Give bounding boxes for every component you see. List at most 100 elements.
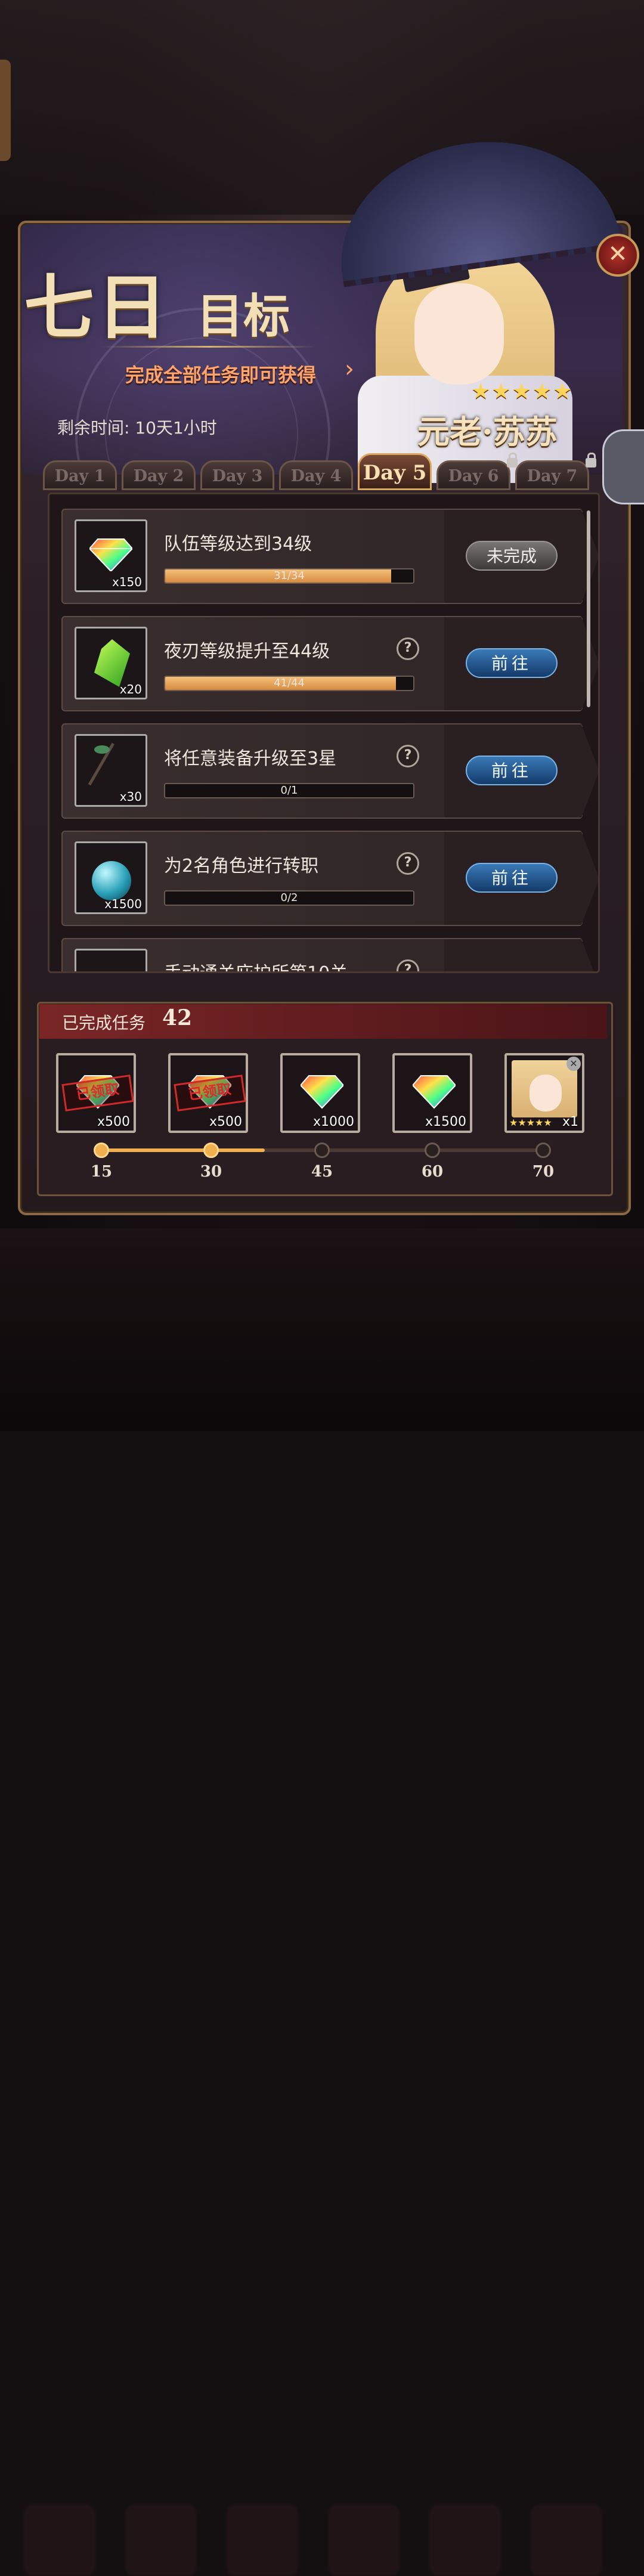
go-button[interactable]: 前往: [466, 863, 558, 893]
task-title: 队伍等级达到34级: [164, 534, 312, 555]
milestone-node: [94, 1143, 109, 1158]
ghost-nav-item: [24, 2504, 95, 2576]
reward-count: x1000: [312, 1114, 354, 1129]
task-progress-bar: 0/2: [164, 890, 414, 906]
task-row: x30 将任意装备升级至3星 ? 0/1 前往: [61, 723, 598, 819]
milestone-track-fill: [101, 1148, 265, 1152]
progress-text: 31/34: [274, 569, 305, 582]
task-row: x20 夜刃等级提升至44级 ? 41/44 前往: [61, 616, 598, 711]
reward-count: x150: [112, 575, 142, 589]
reward-slot[interactable]: x20: [75, 627, 147, 699]
reward-slot[interactable]: x30: [75, 734, 147, 807]
task-progress-bar: 31/34: [164, 568, 414, 584]
milestone-reward[interactable]: 已领取 x500: [168, 1053, 248, 1133]
lock-icon: [507, 453, 518, 467]
milestone-label: 60: [421, 1163, 444, 1181]
claimed-stamp: 已领取: [61, 1075, 134, 1111]
task-title: 为2名角色进行转职: [164, 856, 319, 877]
portrait-face: [530, 1075, 562, 1111]
side-character-badge[interactable]: [602, 429, 644, 504]
rainbow-gem-icon: [413, 1075, 456, 1109]
milestone-label: 45: [311, 1163, 333, 1181]
milestone-label: 70: [532, 1163, 555, 1181]
completed-label: 已完成任务: [62, 1013, 146, 1033]
ghost-nav-item: [429, 2504, 501, 2576]
reward-count: x1500: [104, 897, 142, 911]
tab-day-6[interactable]: Day 6: [436, 460, 510, 490]
progress-text: 0/1: [280, 784, 298, 797]
rainbow-gem-icon: [89, 538, 132, 571]
reward-slot[interactable]: x1500: [75, 841, 147, 914]
help-icon[interactable]: ?: [397, 637, 419, 660]
tab-day-1[interactable]: Day 1: [43, 460, 117, 490]
go-button[interactable]: 前往: [466, 756, 558, 785]
page-title: 七日: [24, 266, 170, 349]
task-list[interactable]: x150 队伍等级达到34级 31/34 未完成 x20 夜刃等级提升至44级 …: [48, 493, 600, 973]
reward-count: x500: [209, 1114, 242, 1129]
task-progress-bar: 41/44: [164, 676, 414, 691]
incomplete-button[interactable]: 未完成: [466, 541, 558, 571]
character-stars: ★★★★★: [471, 379, 574, 404]
remaining-time: 剩余时间: 10天1小时: [57, 418, 217, 438]
chevron-right-icon: ›: [345, 355, 354, 383]
day-tabs: Day 1 Day 2 Day 3 Day 4 Day 5 Day 6 Day …: [43, 453, 603, 491]
claimed-stamp: 已领取: [174, 1075, 246, 1111]
reward-count: x20: [119, 682, 142, 696]
milestone-reward[interactable]: 已领取 x500: [56, 1053, 136, 1133]
milestone-reward[interactable]: ✕ ★★★★★ x1: [504, 1053, 584, 1133]
title-divider: [101, 346, 316, 348]
milestone-node: [314, 1143, 330, 1158]
reward-count: x1: [562, 1114, 578, 1129]
reward-slot[interactable]: x150: [75, 519, 147, 592]
blurred-bottom-nav: [0, 1228, 644, 2576]
tab-day-4[interactable]: Day 4: [279, 460, 353, 490]
help-icon[interactable]: ?: [397, 959, 419, 971]
teal-orb-icon: [92, 861, 131, 900]
task-progress-bar: 0/1: [164, 783, 414, 798]
character-name: 元老·苏苏: [417, 413, 558, 451]
reward-slot[interactable]: [75, 949, 147, 971]
reward-count: x500: [97, 1114, 130, 1129]
milestone-node: [203, 1143, 219, 1158]
task-title: 手动通关庇护所第10关: [164, 958, 348, 971]
milestone-reward[interactable]: x1000: [280, 1053, 360, 1133]
milestone-label: 15: [90, 1163, 113, 1181]
close-icon[interactable]: ✕: [596, 234, 639, 277]
green-crystal-icon: [94, 639, 130, 687]
completed-count: 42: [162, 1005, 193, 1030]
help-icon[interactable]: ?: [397, 745, 419, 767]
character-portrait: [512, 1060, 577, 1117]
reward-count: x1500: [425, 1114, 466, 1129]
ghost-nav-item: [227, 2504, 298, 2576]
milestone-node: [425, 1143, 440, 1158]
help-icon[interactable]: ?: [397, 852, 419, 875]
lock-icon: [586, 453, 596, 467]
tab-day-5[interactable]: Day 5: [358, 453, 432, 490]
task-row: x150 队伍等级达到34级 31/34 未完成: [61, 509, 598, 604]
task-row: 手动通关庇护所第10关 ?: [61, 938, 598, 971]
left-edge-decoration: [0, 60, 11, 161]
character-face: [414, 283, 504, 385]
task-row: x1500 为2名角色进行转职 ? 0/2 前往: [61, 831, 598, 926]
milestone-node: [535, 1143, 551, 1158]
page-title-sub: 目标: [197, 289, 290, 343]
leaf-icon: [94, 745, 110, 754]
reward-count: x30: [119, 789, 142, 804]
ghost-nav-item: [125, 2504, 197, 2576]
tab-day-7[interactable]: Day 7: [515, 460, 589, 490]
subtitle-text: 完成全部任务即可获得: [125, 364, 317, 386]
umbrella-icon: [326, 124, 622, 287]
tab-day-3[interactable]: Day 3: [200, 460, 274, 490]
milestone-label: 30: [200, 1163, 222, 1181]
rainbow-gem-icon: [301, 1075, 343, 1109]
scrollbar[interactable]: [587, 510, 590, 707]
task-title: 将任意装备升级至3星: [164, 748, 337, 769]
info-icon: ✕: [566, 1057, 581, 1071]
milestone-reward[interactable]: x1500: [392, 1053, 472, 1133]
task-title: 夜刃等级提升至44级: [164, 641, 330, 662]
portrait-stars: ★★★★★: [509, 1117, 552, 1128]
progress-text: 0/2: [280, 891, 298, 904]
go-button[interactable]: 前往: [466, 648, 558, 678]
tab-day-2[interactable]: Day 2: [122, 460, 196, 490]
ghost-nav-item: [328, 2504, 400, 2576]
